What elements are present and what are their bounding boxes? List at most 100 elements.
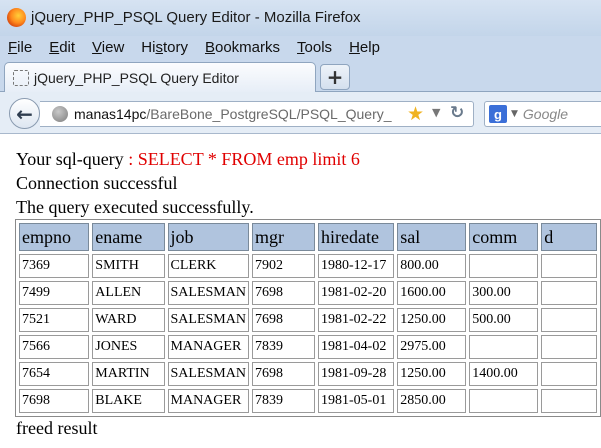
table-header-row: empno ename job mgr hiredate sal comm d: [19, 223, 597, 251]
url-path: /BareBone_PostgreSQL/PSQL_Query_: [146, 106, 392, 122]
table-cell: [541, 362, 597, 386]
menu-help[interactable]: Help: [347, 39, 382, 56]
connection-message: Connection successful: [16, 173, 178, 193]
page-content: Your sql-query : SELECT * FROM emp limit…: [0, 135, 601, 448]
menu-bar: File Edit View History Bookmarks Tools H…: [0, 36, 601, 58]
table-cell: SALESMAN: [167, 281, 249, 305]
table-row: 7566 JONES MANAGER 7839 1981-04-02 2975.00: [19, 335, 597, 359]
table-cell: MANAGER: [167, 335, 249, 359]
table-cell: 1981-09-28: [318, 362, 395, 386]
tab-title: jQuery_PHP_PSQL Query Editor: [34, 69, 239, 86]
column-header-sal: sal: [397, 223, 467, 251]
table-cell: ALLEN: [92, 281, 165, 305]
window-title: jQuery_PHP_PSQL Query Editor - Mozilla F…: [31, 9, 361, 26]
table-cell: [541, 389, 597, 413]
table-row: 7499 ALLEN SALESMAN 7698 1981-02-20 1600.00 30…: [19, 281, 597, 305]
table-row: 7654 MARTIN SALESMAN 7698 1981-09-28 1250.00 1…: [19, 362, 597, 386]
table-cell: 1400.00: [469, 362, 539, 386]
table-cell: 7369: [19, 254, 90, 278]
table-cell: 7839: [251, 335, 315, 359]
table-cell: 2850.00: [397, 389, 467, 413]
table-cell: [541, 308, 597, 332]
column-header-ename: ename: [92, 223, 165, 251]
table-cell: CLERK: [167, 254, 249, 278]
search-placeholder: Google: [522, 106, 569, 122]
table-cell: 1600.00: [397, 281, 467, 305]
column-header-comm: comm: [469, 223, 539, 251]
window-titlebar: jQuery_PHP_PSQL Query Editor - Mozilla F…: [0, 0, 601, 36]
column-header-job: job: [167, 223, 249, 251]
new-tab-button[interactable]: +: [320, 64, 350, 90]
menu-history[interactable]: History: [139, 39, 190, 56]
table-cell: 1980-12-17: [318, 254, 395, 278]
table-cell: 7654: [19, 362, 90, 386]
table-cell: 7902: [251, 254, 315, 278]
column-header-mgr: mgr: [251, 223, 315, 251]
sql-text: : SELECT * FROM emp limit 6: [128, 149, 360, 169]
table-cell: 7698: [251, 281, 315, 305]
table-cell: 1250.00: [397, 308, 467, 332]
url-host: manas14pc: [74, 106, 147, 122]
freed-result-message: freed result: [16, 418, 98, 438]
table-cell: 500.00: [469, 308, 539, 332]
bookmark-star-icon[interactable]: ★: [407, 103, 424, 125]
firefox-logo-icon: [7, 8, 26, 27]
table-cell: SALESMAN: [167, 362, 249, 386]
column-header-hiredate: hiredate: [318, 223, 395, 251]
search-bar[interactable]: g ▼ Google: [484, 101, 601, 127]
table-cell: SMITH: [92, 254, 165, 278]
table-cell: 7499: [19, 281, 90, 305]
url-bar[interactable]: manas14pc/BareBone_PostgreSQL/PSQL_Query…: [40, 101, 474, 127]
globe-icon: [52, 106, 68, 122]
table-cell: 300.00: [469, 281, 539, 305]
menu-edit[interactable]: Edit: [47, 39, 77, 56]
table-cell: 7698: [251, 308, 315, 332]
table-cell: MANAGER: [167, 389, 249, 413]
table-cell: 7566: [19, 335, 90, 359]
table-cell: [541, 335, 597, 359]
search-engine-dropdown-icon[interactable]: ▼: [511, 109, 518, 119]
table-cell: 7521: [19, 308, 90, 332]
table-cell: [469, 254, 539, 278]
query-message: The query executed successfully.: [16, 197, 254, 217]
table-cell: JONES: [92, 335, 165, 359]
table-cell: 2975.00: [397, 335, 467, 359]
table-cell: BLAKE: [92, 389, 165, 413]
back-button[interactable]: ←: [9, 98, 40, 129]
column-header-empno: empno: [19, 223, 90, 251]
table-cell: MARTIN: [92, 362, 165, 386]
sql-label: Your sql-query: [16, 149, 129, 169]
navigation-bar: manas14pc/BareBone_PostgreSQL/PSQL_Query…: [0, 92, 601, 134]
menu-view[interactable]: View: [90, 39, 126, 56]
reload-icon[interactable]: ↻: [450, 103, 464, 123]
results-table: empno ename job mgr hiredate sal comm d …: [15, 219, 601, 417]
table-cell: 800.00: [397, 254, 467, 278]
page-favicon-icon: [13, 69, 29, 86]
table-cell: SALESMAN: [167, 308, 249, 332]
table-cell: [469, 335, 539, 359]
table-cell: 1981-04-02: [318, 335, 395, 359]
menu-bookmarks[interactable]: Bookmarks: [203, 39, 282, 56]
table-cell: 7839: [251, 389, 315, 413]
table-row: 7521 WARD SALESMAN 7698 1981-02-22 1250.00 500…: [19, 308, 597, 332]
table-row: 7369 SMITH CLERK 7902 1980-12-17 800.00: [19, 254, 597, 278]
table-cell: 1981-02-20: [318, 281, 395, 305]
column-header-partial: d: [541, 223, 597, 251]
menu-tools[interactable]: Tools: [295, 39, 334, 56]
table-cell: 1981-02-22: [318, 308, 395, 332]
google-search-engine-icon[interactable]: g: [489, 105, 507, 123]
table-cell: 7698: [251, 362, 315, 386]
table-cell: 7698: [19, 389, 90, 413]
sql-query-line: Your sql-query : SELECT * FROM emp limit…: [16, 147, 601, 171]
table-cell: 1981-05-01: [318, 389, 395, 413]
tab-query-editor[interactable]: jQuery_PHP_PSQL Query Editor: [4, 62, 316, 92]
table-cell: [541, 281, 597, 305]
table-cell: 1250.00: [397, 362, 467, 386]
table-cell: WARD: [92, 308, 165, 332]
back-arrow-icon: ←: [16, 101, 33, 126]
table-row: 7698 BLAKE MANAGER 7839 1981-05-01 2850.00: [19, 389, 597, 413]
table-cell: [469, 389, 539, 413]
menu-file[interactable]: File: [6, 39, 34, 56]
table-cell: [541, 254, 597, 278]
url-dropdown-icon[interactable]: ▼: [432, 106, 440, 119]
